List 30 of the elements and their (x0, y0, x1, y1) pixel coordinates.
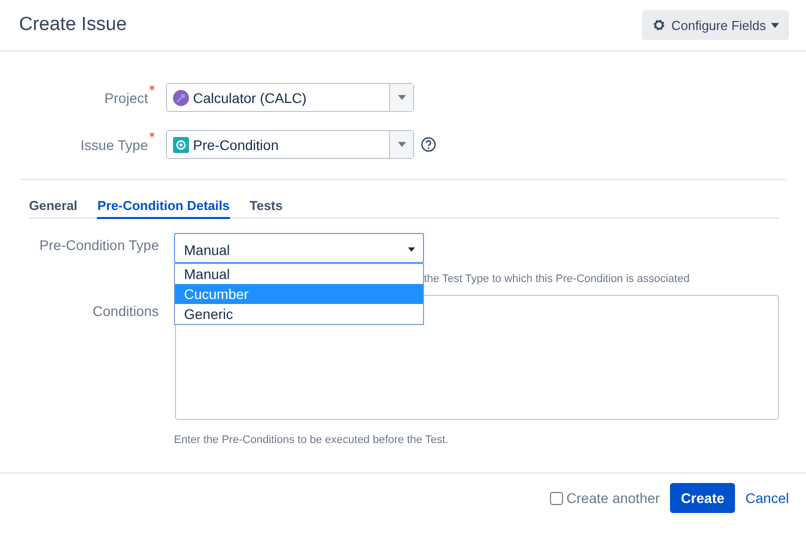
configure-fields-button[interactable]: Configure Fields (642, 10, 789, 40)
help-icon[interactable] (421, 137, 436, 152)
caret-icon (408, 247, 415, 252)
tab[interactable]: Pre-Condition Details (97, 196, 230, 219)
select-field[interactable]: Pre-Condition (166, 130, 414, 159)
caret-icon (398, 95, 406, 100)
required-asterisk: * (149, 130, 155, 144)
field-label: Conditions (92, 302, 159, 321)
select-field[interactable]: Manual (174, 233, 424, 263)
dropdown-option[interactable]: Generic (175, 304, 423, 324)
checkbox-label: Create another (566, 490, 660, 506)
field-label: Project (103, 90, 148, 106)
tab[interactable]: General (29, 196, 78, 219)
tab[interactable]: Tests (250, 196, 283, 219)
field-hint: Enter the Pre-Conditions to be executed before the Test. (174, 434, 448, 446)
dropdown-option[interactable]: Manual (175, 264, 423, 284)
project-avatar-icon (173, 90, 189, 106)
field-hint: the Test Type to which this Pre-Condition is associated (424, 273, 690, 285)
dialog-title: Create Issue (19, 14, 127, 36)
field-label: Issue Type (80, 136, 148, 152)
caret-icon (398, 142, 406, 147)
select-field[interactable]: Calculator (CALC) (166, 83, 414, 112)
field-label: Pre-Condition Type (38, 236, 159, 255)
create-button[interactable]: Create (670, 483, 736, 513)
issue-type-icon (173, 136, 189, 152)
caret-icon (771, 22, 779, 28)
gear-icon (652, 18, 666, 32)
required-asterisk: * (149, 83, 155, 97)
create-another-checkbox[interactable] (550, 492, 564, 504)
cancel-link[interactable]: Cancel (745, 490, 789, 506)
